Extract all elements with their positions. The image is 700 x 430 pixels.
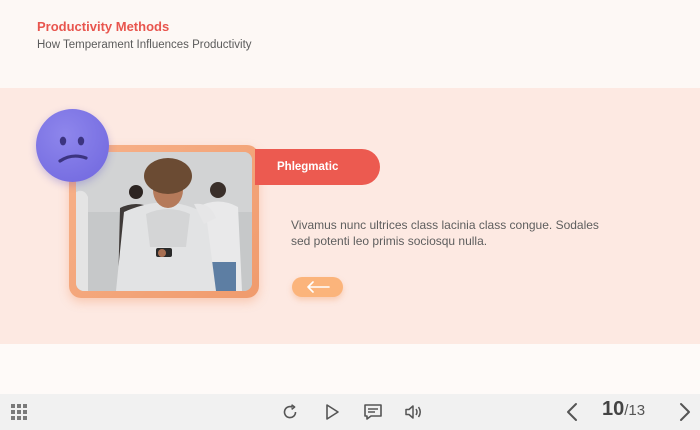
slide-subtitle: How Temperament Influences Productivity	[37, 39, 252, 51]
description-text: Vivamus nunc ultrices class lacinia clas…	[291, 218, 599, 248]
page-counter: 10 /13	[602, 398, 645, 424]
slide-header: Productivity Methods How Temperament Inf…	[0, 0, 700, 88]
volume-icon	[405, 405, 421, 419]
slide-title: Productivity Methods	[37, 19, 170, 34]
captions-icon	[364, 404, 382, 420]
player-toolbar	[0, 394, 700, 430]
arrow-left-icon	[306, 281, 330, 293]
play-button[interactable]	[321, 400, 343, 424]
lower-area	[0, 344, 700, 394]
next-slide-button[interactable]	[674, 400, 696, 424]
temperament-tag: Phlegmatic	[255, 149, 380, 185]
current-page-number: 10	[602, 398, 625, 420]
chevron-right-icon	[680, 403, 690, 421]
chevron-left-icon	[567, 403, 577, 421]
replay-icon	[283, 404, 297, 419]
replay-button[interactable]	[279, 400, 301, 424]
volume-button[interactable]	[403, 400, 425, 424]
confused-face-icon	[36, 109, 109, 182]
play-icon	[326, 404, 339, 420]
total-pages: /13	[624, 402, 646, 419]
menu-button[interactable]	[8, 400, 30, 424]
previous-slide-button[interactable]	[561, 400, 583, 424]
captions-button[interactable]	[362, 400, 384, 424]
grid-menu-icon	[11, 404, 27, 420]
back-button[interactable]	[292, 277, 343, 297]
